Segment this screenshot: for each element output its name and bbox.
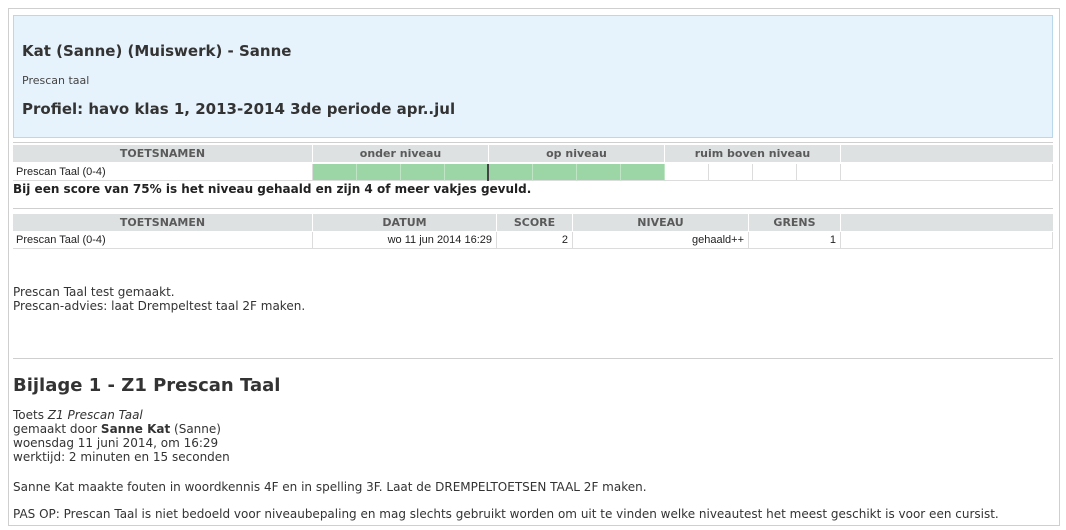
test-prefix: Toets <box>13 408 48 422</box>
level-cell <box>665 164 709 181</box>
date-cell: wo 11 jun 2014 16:29 <box>313 232 497 249</box>
advice-line-1: Prescan Taal test gemaakt. <box>13 285 175 299</box>
column-header-datum: DATUM <box>313 214 497 231</box>
table-row: Prescan Taal (0-4) <box>13 164 1053 181</box>
column-header-onder-niveau: onder niveau <box>313 145 489 162</box>
column-header-toetsnamen: TOETSNAMEN <box>13 214 313 231</box>
level-note: Bij een score van 75% is het niveau geha… <box>13 182 532 196</box>
appendix-made-by-line: gemaakt door Sanne Kat (Sanne) <box>13 422 221 436</box>
column-header-empty <box>841 145 1053 162</box>
report-header: Kat (Sanne) (Muiswerk) - Sanne Prescan t… <box>13 15 1053 138</box>
report-subtitle: Prescan taal <box>22 74 90 87</box>
column-header-score: SCORE <box>497 214 573 231</box>
empty-cell <box>841 232 1053 249</box>
appendix-date-line: woensdag 11 juni 2014, om 16:29 <box>13 436 219 450</box>
score-cell: 2 <box>497 232 573 249</box>
test-name-cell: Prescan Taal (0-4) <box>13 232 313 249</box>
level-marker <box>487 164 489 181</box>
level-table-header: TOETSNAMEN onder niveau op niveau ruim b… <box>13 145 1053 162</box>
advice-line-2: Prescan-advies: laat Drempeltest taal 2F… <box>13 299 306 313</box>
level-cell <box>489 164 533 181</box>
made-by-prefix: gemaakt door <box>13 422 101 436</box>
level-cell <box>577 164 621 181</box>
level-cell <box>445 164 489 181</box>
level-cell <box>401 164 445 181</box>
divider <box>13 142 1053 143</box>
profile-line: Profiel: havo klas 1, 2013-2014 3de peri… <box>22 100 456 118</box>
level-cell: gehaald++ <box>573 232 749 249</box>
level-cell <box>621 164 665 181</box>
column-header-grens: GRENS <box>749 214 841 231</box>
made-by-name: Sanne Kat <box>100 422 171 436</box>
appendix-worktime: werktijd: 2 minuten en 15 seconden <box>13 450 230 464</box>
appendix-heading: Bijlage 1 - Z1 Prescan Taal <box>13 375 281 396</box>
column-header-ruim-boven-niveau: ruim boven niveau <box>665 145 841 162</box>
report-frame: Kat (Sanne) (Muiswerk) - Sanne Prescan t… <box>8 8 1060 526</box>
test-name: Z1 Prescan Taal <box>47 408 143 422</box>
made-by-suffix: (Sanne) <box>170 422 221 436</box>
student-title: Kat (Sanne) (Muiswerk) - Sanne <box>22 42 292 60</box>
appendix-result-text: Sanne Kat maakte fouten in woordkennis 4… <box>13 480 647 494</box>
level-cell <box>797 164 841 181</box>
column-header-niveau: NIVEAU <box>573 214 749 231</box>
test-name-cell: Prescan Taal (0-4) <box>13 164 313 181</box>
divider <box>13 208 1053 209</box>
level-cell <box>313 164 357 181</box>
level-cell <box>357 164 401 181</box>
level-cell <box>753 164 797 181</box>
level-cell <box>709 164 753 181</box>
appendix-warning: PAS OP: Prescan Taal is niet bedoeld voo… <box>13 507 999 521</box>
column-header-op-niveau: op niveau <box>489 145 665 162</box>
level-cell <box>533 164 577 181</box>
results-table-header: TOETSNAMEN DATUM SCORE NIVEAU GRENS <box>13 214 1053 231</box>
empty-cell <box>841 164 1053 181</box>
column-header-empty <box>841 214 1053 231</box>
appendix-test-line: Toets Z1 Prescan Taal <box>13 408 143 422</box>
divider <box>13 358 1053 359</box>
limit-cell: 1 <box>749 232 841 249</box>
column-header-toetsnamen: TOETSNAMEN <box>13 145 313 162</box>
table-row: Prescan Taal (0-4) wo 11 jun 2014 16:29 … <box>13 232 1053 249</box>
